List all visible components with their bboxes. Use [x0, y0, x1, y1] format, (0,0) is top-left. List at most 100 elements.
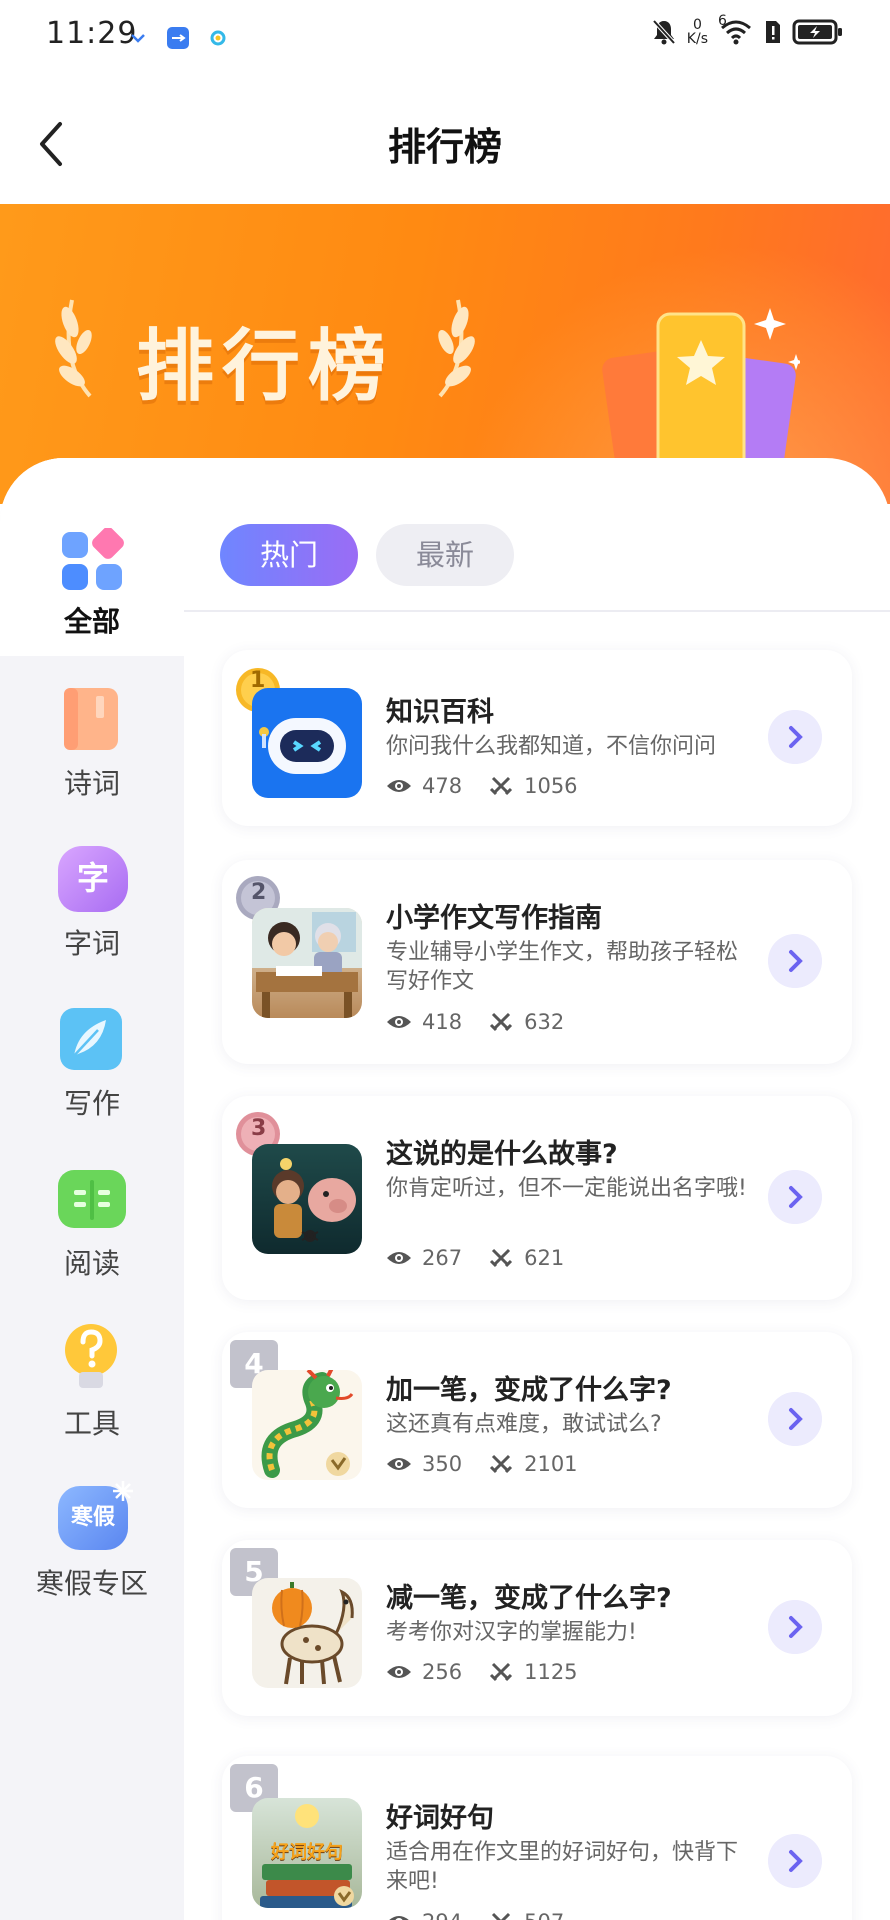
usb-icon	[167, 27, 189, 49]
eye-icon	[387, 1252, 411, 1264]
net-speed-value: 0	[692, 17, 702, 33]
ranking-card[interactable]: 6 好词好句 好词好句 适合用在作文里的好词好句，快背下来吧! 294	[222, 1756, 852, 1920]
sidebar-item-label: 写作	[63, 1087, 120, 1120]
item-thumbnail	[252, 908, 362, 1018]
sidebar-item-tools[interactable]: 工具	[0, 1296, 184, 1456]
item-stats: 267 621	[386, 1246, 564, 1270]
eye-icon	[387, 1458, 411, 1470]
item-description: 你问我什么我都知道，不信你问问	[386, 734, 717, 759]
ranking-card[interactable]: 4 加一笔，变成了什么字? 这还真有点难度，敢试试么? 350 2101	[222, 1332, 852, 1508]
item-thumbnail: 好词好句	[252, 1798, 362, 1908]
app-root: 11:29 0 K/s 6 排行榜 排行榜 全部 诗词 字 字词 写作 阅读 工…	[0, 0, 890, 1920]
eye-icon	[387, 1666, 411, 1678]
view-count: 267	[422, 1246, 463, 1270]
crossed-swords-icon	[490, 1012, 513, 1032]
item-title: 小学作文写作指南	[386, 903, 602, 934]
view-count: 350	[422, 1452, 463, 1476]
crossed-swords-icon	[490, 1662, 513, 1682]
item-thumbnail	[252, 688, 362, 798]
dragon-illustration	[261, 1370, 354, 1478]
app-header: 排行榜	[0, 72, 890, 204]
open-item-button[interactable]	[768, 1834, 822, 1888]
use-count: 621	[524, 1246, 565, 1270]
item-title: 这说的是什么故事?	[386, 1139, 618, 1170]
item-stats: 350 2101	[386, 1452, 578, 1476]
banner-title: 排行榜	[136, 322, 395, 412]
wifi-signal: 6	[718, 14, 754, 46]
snowflake-icon	[113, 1481, 133, 1501]
boy-and-pig-illustration	[272, 1158, 356, 1242]
feather-pen-icon	[60, 1008, 122, 1070]
sidebar-item-reading[interactable]: 阅读	[0, 1136, 184, 1296]
item-description: 这还真有点难度，敢试试么?	[386, 1412, 662, 1437]
sim-alert-icon	[766, 21, 780, 43]
laurel-left-icon	[55, 299, 92, 398]
children-writing-illustration	[252, 908, 362, 1018]
robot-icon	[259, 718, 346, 774]
item-thumbnail	[252, 1578, 362, 1688]
use-count: 507	[524, 1910, 564, 1920]
ranking-card[interactable]: 1 知识百科 你问我什么我都知道，不信你问问 478 1056	[222, 650, 852, 826]
open-item-button[interactable]	[768, 710, 822, 764]
tab-hot[interactable]: 热门	[220, 524, 358, 586]
sidebar-item-label: 诗词	[63, 767, 120, 800]
crossed-swords-icon	[490, 1454, 513, 1474]
ranking-card[interactable]: 3 这说的是什么故事? 你肯定听过，但不一定能说出名字哦! 267 621	[222, 1096, 852, 1300]
open-item-button[interactable]	[768, 1600, 822, 1654]
status-notification-icons	[130, 26, 226, 50]
horse-pumpkin-illustration	[272, 1582, 354, 1685]
lightbulb-question-icon	[65, 1324, 117, 1388]
ranking-card[interactable]: 2 小学作文写作指南 专业辅导小学生作文，帮助孩子轻松写好作文 418 632	[222, 860, 852, 1064]
sidebar-item-all[interactable]: 全部	[0, 458, 184, 656]
view-count: 418	[422, 1010, 463, 1034]
eye-icon	[387, 1016, 411, 1028]
open-item-button[interactable]	[768, 934, 822, 988]
use-count: 1056	[524, 774, 578, 798]
rank-number: 2	[251, 880, 267, 905]
net-speed-unit: K/s	[686, 31, 708, 47]
view-count: 478	[422, 774, 463, 798]
content-sheet: 全部 诗词 字 字词 写作 阅读 工具 寒假 寒假专区 热门 最新 1 知识百科…	[0, 458, 890, 1920]
page-title: 排行榜	[387, 125, 502, 169]
tabs-divider	[184, 610, 890, 612]
sidebar-item-label: 工具	[63, 1407, 120, 1440]
item-description: 考考你对汉字的掌握能力!	[386, 1620, 637, 1645]
open-item-button[interactable]	[768, 1170, 822, 1224]
item-thumbnail	[252, 1370, 362, 1480]
status-system-icons: 0 K/s 6	[651, 14, 844, 47]
tab-newest[interactable]: 最新	[376, 524, 514, 586]
category-sidebar: 全部 诗词 字 字词 写作 阅读 工具 寒假 寒假专区	[0, 458, 184, 1920]
ranking-tabs: 热门 最新	[220, 524, 514, 586]
rank-number: 3	[251, 1116, 267, 1141]
character-icon: 字	[58, 846, 128, 912]
eye-icon	[389, 1916, 409, 1920]
open-item-button[interactable]	[768, 1392, 822, 1446]
mute-bell-icon	[652, 19, 676, 45]
thumbnail-text: 好词好句	[271, 1842, 343, 1863]
sidebar-item-label: 字词	[63, 927, 120, 960]
sidebar-item-label: 寒假专区	[35, 1567, 148, 1600]
use-count: 1125	[524, 1660, 578, 1684]
laurel-right-icon	[438, 299, 475, 398]
sidebar-item-writing[interactable]: 写作	[0, 976, 184, 1136]
chevron-notification-icon	[131, 34, 145, 43]
use-count: 632	[524, 1010, 565, 1034]
ranking-card[interactable]: 5 减一笔，变成了什么字? 考考你对汉字的掌握能力! 256 1125	[222, 1540, 852, 1716]
view-count: 294	[422, 1910, 462, 1920]
sidebar-item-words[interactable]: 字 字词	[0, 816, 184, 976]
eye-icon	[387, 780, 411, 792]
item-stats: 418 632	[386, 1010, 564, 1034]
grid-apps-icon	[62, 528, 124, 590]
item-title: 减一笔，变成了什么字?	[386, 1583, 672, 1614]
crossed-swords-icon	[490, 776, 513, 796]
open-book-icon	[58, 1170, 126, 1228]
sidebar-item-poetry[interactable]: 诗词	[0, 656, 184, 816]
item-title: 加一笔，变成了什么字?	[386, 1375, 672, 1406]
item-stats: 478 1056	[386, 774, 578, 798]
sidebar-item-winter[interactable]: 寒假 寒假专区	[0, 1456, 184, 1616]
item-stats: 294 507	[386, 1910, 564, 1920]
battery-charging-icon	[792, 19, 842, 45]
wifi-label: 6	[718, 13, 727, 29]
item-title: 好词好句	[386, 1803, 494, 1834]
sidebar-item-label: 全部	[63, 605, 120, 638]
